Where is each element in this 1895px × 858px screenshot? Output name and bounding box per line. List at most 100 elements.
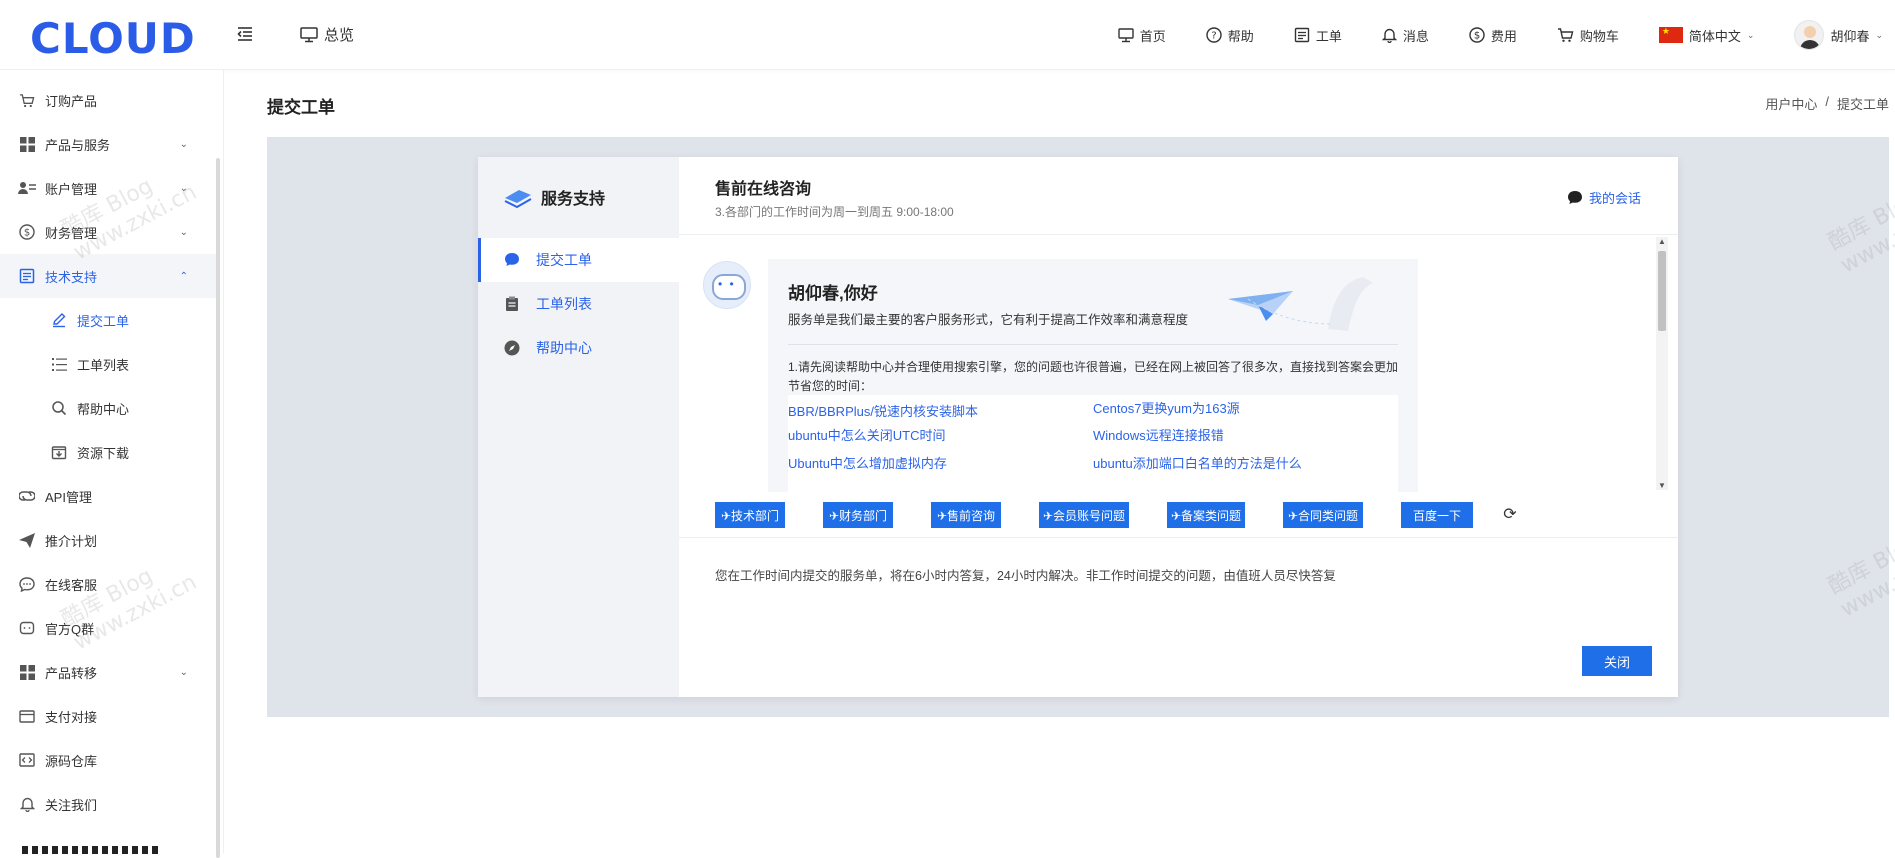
dialog-nav-ticket-list[interactable]: 工单列表	[478, 282, 679, 326]
sidebar-item-label: 关注我们	[45, 797, 98, 813]
finance-dept-button[interactable]: ✈财务部门	[823, 502, 893, 528]
chevron-down-icon: ⌄	[1875, 29, 1883, 40]
nav-message-label: 消息	[1402, 28, 1429, 44]
scroll-down-arrow-icon[interactable]: ▼	[1658, 481, 1666, 490]
clipboard-icon	[506, 296, 518, 311]
sidebar-item-tech-support[interactable]: 技术支持 ⌃	[0, 254, 216, 298]
sidebar-item-finance[interactable]: $ 财务管理 ⌄	[0, 210, 216, 254]
breadcrumb-user-center[interactable]: 用户中心	[1765, 94, 1817, 113]
language-label: 简体中文	[1688, 28, 1741, 44]
user-name: 胡仰春	[1830, 28, 1870, 44]
chevron-down-icon: ⌄	[1746, 29, 1755, 40]
sidebar-item-products[interactable]: 产品与服务 ⌄	[0, 122, 216, 166]
baidu-search-button[interactable]: 百度一下	[1401, 502, 1473, 528]
help-links: BBR/BBRPlus/锐速内核安装脚本 Centos7更换yum为163源 u…	[788, 395, 1398, 492]
sidebar-item-label: 账户管理	[45, 181, 98, 197]
sidebar-item-follow-us[interactable]: 关注我们	[0, 782, 216, 826]
scrollbar-thumb[interactable]	[1658, 251, 1666, 331]
sidebar-item-label: 订购产品	[45, 93, 98, 109]
watermark: 酷库 Blogwww.zxki.cn	[1824, 186, 1895, 279]
chevron-down-icon: ⌄	[179, 138, 188, 150]
chat-messages[interactable]: 胡仰春,你好 服务单是我们最主要的客户服务形式，它有利于提高工作效率和满意程度 …	[679, 235, 1678, 492]
dialog-nav-label: 工单列表	[536, 296, 592, 312]
close-button[interactable]: 关闭	[1582, 646, 1652, 676]
chat-bubble-icon	[505, 253, 519, 266]
chat-title: 售前在线咨询	[715, 181, 812, 198]
nav-help[interactable]: ? 帮助	[1206, 26, 1254, 45]
welcome-message-card: 胡仰春,你好 服务单是我们最主要的客户服务形式，它有利于提高工作效率和满意程度 …	[768, 259, 1418, 492]
avatar	[1794, 20, 1825, 50]
nav-help-label: 帮助	[1227, 28, 1254, 44]
help-link[interactable]: Windows远程连接报错	[1093, 425, 1224, 444]
tech-dept-button[interactable]: ✈技术部门	[715, 502, 785, 528]
svg-text:$: $	[24, 228, 30, 239]
sidebar-item-label: 在线客服	[45, 577, 98, 593]
filing-issue-button[interactable]: ✈备案类问题	[1167, 502, 1245, 528]
help-link[interactable]: BBR/BBRPlus/锐速内核安装脚本	[788, 401, 978, 420]
sidebar-item-ticket-list[interactable]: 工单列表	[0, 342, 216, 386]
robot-avatar-icon	[703, 261, 751, 309]
sidebar-item-label: 技术支持	[45, 269, 98, 285]
chevron-down-icon: ⌄	[179, 182, 188, 194]
nav-home[interactable]: 首页	[1118, 26, 1166, 45]
dialog-sidebar: 服务支持 提交工单 工单列表 帮助中心	[478, 157, 679, 697]
overview-link[interactable]: 总览	[300, 24, 354, 45]
chat-scrollbar[interactable]: ▲ ▼	[1656, 237, 1668, 490]
sidebar-item-source-repo[interactable]: 源码仓库	[0, 738, 216, 782]
help-link[interactable]: Centos7更换yum为163源	[1093, 398, 1240, 417]
dialog-nav-help-center[interactable]: 帮助中心	[478, 326, 679, 370]
sidebar-item-downloads[interactable]: 资源下载	[0, 430, 216, 474]
dialog-nav-submit-ticket[interactable]: 提交工单	[478, 238, 679, 282]
nav-fee[interactable]: $ 费用	[1469, 26, 1517, 45]
compass-icon	[504, 340, 520, 356]
nav-message[interactable]: 消息	[1381, 26, 1429, 45]
group-chat-icon	[18, 619, 36, 637]
dialog-nav-label: 帮助中心	[536, 340, 592, 356]
help-link[interactable]: ubuntu添加端口白名单的方法是什么	[1093, 453, 1302, 472]
sidebar-item-product-transfer[interactable]: 产品转移 ⌄	[0, 650, 216, 694]
nav-ticket[interactable]: 工单	[1294, 26, 1342, 45]
breadcrumb-separator: /	[1825, 94, 1829, 109]
refresh-icon[interactable]: ⟳	[1501, 506, 1519, 524]
edit-icon	[50, 311, 68, 329]
dialog-sidebar-title: 服务支持	[503, 185, 605, 209]
overview-label: 总览	[324, 27, 355, 44]
chevron-down-icon: ⌄	[179, 666, 188, 678]
help-link[interactable]: Ubuntu中怎么增加虚拟内存	[788, 453, 947, 472]
language-select[interactable]: 简体中文 ⌄	[1658, 26, 1755, 45]
collapse-menu-icon[interactable]	[236, 25, 254, 43]
bell-icon	[18, 795, 36, 813]
member-account-button[interactable]: ✈会员账号问题	[1039, 502, 1129, 528]
help-link[interactable]: ubuntu中怎么关闭UTC时间	[788, 425, 945, 444]
user-card-icon	[18, 179, 36, 197]
my-sessions-link[interactable]: 我的会话	[1567, 188, 1641, 207]
sidebar-item-payment[interactable]: 支付对接	[0, 694, 216, 738]
sidebar-item-qq-group[interactable]: 官方Q群	[0, 606, 216, 650]
sidebar-item-api[interactable]: API管理	[0, 474, 216, 518]
dollar-icon: $	[1469, 27, 1485, 43]
sidebar-scrollbar[interactable]	[216, 158, 220, 858]
nav-cart[interactable]: 购物车	[1557, 26, 1619, 45]
chat-subtitle: 3.各部门的工作时间为周一到周五 9:00-18:00	[715, 205, 954, 219]
api-icon	[18, 487, 36, 505]
sidebar-item-account[interactable]: 账户管理 ⌄	[0, 166, 216, 210]
contract-issue-button[interactable]: ✈合同类问题	[1283, 502, 1363, 528]
sidebar-item-help-center[interactable]: 帮助中心	[0, 386, 216, 430]
svg-text:?: ?	[1211, 31, 1216, 42]
page-title: 提交工单	[267, 98, 335, 117]
sidebar-item-order[interactable]: 订购产品	[0, 78, 216, 122]
sidebar-item-label: 产品与服务	[45, 137, 111, 153]
dollar-icon: $	[18, 223, 36, 241]
sidebar-item-label: 财务管理	[45, 225, 98, 241]
logo[interactable]: CLOUD	[30, 14, 196, 63]
sidebar-item-referral[interactable]: 推介计划	[0, 518, 216, 562]
presales-button[interactable]: ✈售前咨询	[931, 502, 1001, 528]
sidebar-item-submit-ticket[interactable]: 提交工单	[0, 298, 216, 342]
scroll-up-arrow-icon[interactable]: ▲	[1658, 237, 1666, 246]
document-icon	[18, 267, 36, 285]
support-logo-icon	[504, 190, 532, 208]
sidebar-item-online-service[interactable]: 在线客服	[0, 562, 216, 606]
help-icon: ?	[1206, 27, 1222, 43]
user-menu[interactable]: 胡仰春 ⌄	[1794, 20, 1883, 50]
breadcrumb-current: 提交工单	[1836, 97, 1889, 112]
